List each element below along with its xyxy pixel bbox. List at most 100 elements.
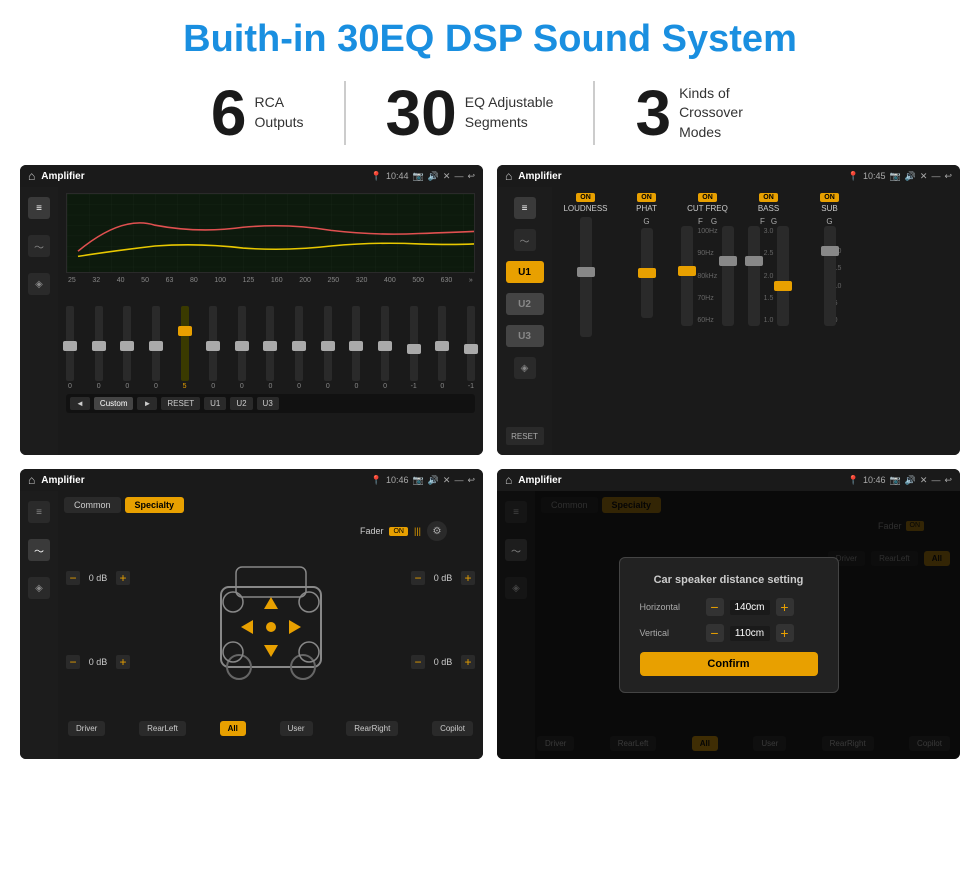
- eq-u2-btn[interactable]: U2: [230, 397, 252, 410]
- topbar-title-3: Amplifier: [41, 475, 84, 486]
- eq-slider-9[interactable]: 0: [324, 306, 332, 390]
- phat-slider[interactable]: [641, 228, 653, 318]
- time-2: 10:45: [863, 171, 886, 182]
- eq-icon-2[interactable]: ≡: [514, 197, 536, 219]
- eq-slider-3[interactable]: 0: [152, 306, 160, 390]
- fader-sliders-icon: |||: [414, 526, 421, 536]
- eq-slider-8[interactable]: 0: [295, 306, 303, 390]
- eq-u1-btn[interactable]: U1: [204, 397, 226, 410]
- close-icon-2: ✕: [920, 171, 928, 182]
- all-btn[interactable]: All: [220, 721, 246, 736]
- eq-slider-7[interactable]: 0: [266, 306, 274, 390]
- confirm-button[interactable]: Confirm: [640, 652, 818, 676]
- eq-slider-13[interactable]: 0: [438, 306, 446, 390]
- wave-icon[interactable]: 〜: [28, 235, 50, 257]
- rl-db-minus[interactable]: −: [66, 655, 80, 669]
- vertical-plus[interactable]: +: [776, 624, 794, 642]
- u2-channel-btn[interactable]: U2: [506, 293, 544, 315]
- fl-db-plus[interactable]: +: [116, 571, 130, 585]
- rr-db-plus[interactable]: +: [461, 655, 475, 669]
- speaker-icon[interactable]: ◈: [28, 273, 50, 295]
- crossover-reset-btn[interactable]: RESET: [506, 427, 544, 445]
- eq-slider-10[interactable]: 0: [352, 306, 360, 390]
- horizontal-minus[interactable]: −: [706, 598, 724, 616]
- fr-db-minus[interactable]: −: [411, 571, 425, 585]
- eq-graph: [66, 193, 475, 273]
- rearleft-btn[interactable]: RearLeft: [139, 721, 186, 736]
- eq-icon[interactable]: ≡: [28, 197, 50, 219]
- specialty-tab[interactable]: Specialty: [125, 497, 185, 513]
- eq-icon-3[interactable]: ≡: [28, 501, 50, 523]
- speaker-icon-3[interactable]: ◈: [28, 577, 50, 599]
- eq-u3-btn[interactable]: U3: [257, 397, 279, 410]
- horizontal-plus[interactable]: +: [776, 598, 794, 616]
- u1-channel-btn[interactable]: U1: [506, 261, 544, 283]
- horizontal-label: Horizontal: [640, 602, 700, 612]
- fl-db-minus[interactable]: −: [66, 571, 80, 585]
- time-1: 10:44: [386, 171, 409, 182]
- topbar-icons-2: 📍 10:45 📷 🔊 ✕ — ↩: [848, 171, 952, 182]
- home-icon-4[interactable]: ⌂: [505, 473, 512, 487]
- location-icon-2: 📍: [848, 171, 859, 182]
- fader-label-row: Fader ON ||| ⚙: [64, 521, 477, 541]
- sub-on[interactable]: ON: [820, 193, 839, 202]
- driver-btn[interactable]: Driver: [68, 721, 105, 736]
- screen3-main: Common Specialty Fader ON ||| ⚙ − 0 dB: [58, 491, 483, 759]
- loudness-on[interactable]: ON: [576, 193, 595, 202]
- vertical-minus[interactable]: −: [706, 624, 724, 642]
- vertical-value: 110cm: [730, 626, 770, 641]
- home-icon[interactable]: ⌂: [28, 169, 35, 183]
- loudness-slider[interactable]: [580, 217, 592, 337]
- bass-slider-f[interactable]: [748, 226, 760, 326]
- back-icon[interactable]: ↩: [467, 171, 475, 182]
- eq-slider-14[interactable]: -1: [467, 306, 475, 390]
- eq-prev-btn[interactable]: ◄: [70, 397, 90, 410]
- back-icon-4[interactable]: ↩: [944, 475, 952, 486]
- fader-bottom-btns: Driver RearLeft All User RearRight Copil…: [64, 721, 477, 736]
- rl-db-plus[interactable]: +: [116, 655, 130, 669]
- stat-eq: 30 EQ AdjustableSegments: [346, 81, 596, 145]
- screen2-sidebar: ≡ 〜 U1 U2 U3 ◈ RESET: [497, 187, 552, 455]
- loudness-label: LOUDNESS: [563, 204, 607, 213]
- left-db-controls: − 0 dB + − 0 dB +: [66, 567, 130, 673]
- eq-slider-4[interactable]: 5: [181, 306, 189, 390]
- bass-on[interactable]: ON: [759, 193, 778, 202]
- screen3-content: ≡ 〜 ◈ Common Specialty Fader ON ||| ⚙: [20, 491, 483, 759]
- location-icon: 📍: [371, 171, 382, 182]
- sub-slider[interactable]: [824, 226, 836, 326]
- eq-slider-5[interactable]: 0: [209, 306, 217, 390]
- eq-next-btn[interactable]: ►: [137, 397, 157, 410]
- bass-slider-g[interactable]: [777, 226, 789, 326]
- wave-icon-2[interactable]: 〜: [514, 229, 536, 251]
- home-icon-3[interactable]: ⌂: [28, 473, 35, 487]
- u3-channel-btn[interactable]: U3: [506, 325, 544, 347]
- eq-slider-0[interactable]: 0: [66, 306, 74, 390]
- eq-slider-12[interactable]: -1: [410, 306, 418, 390]
- copilot-btn[interactable]: Copilot: [432, 721, 473, 736]
- speaker-icon-2[interactable]: ◈: [514, 357, 536, 379]
- eq-slider-11[interactable]: 0: [381, 306, 389, 390]
- cutfreq-on[interactable]: ON: [698, 193, 717, 202]
- home-icon-2[interactable]: ⌂: [505, 169, 512, 183]
- fr-db-plus[interactable]: +: [461, 571, 475, 585]
- eq-slider-1[interactable]: 0: [95, 306, 103, 390]
- eq-slider-6[interactable]: 0: [238, 306, 246, 390]
- phat-on[interactable]: ON: [637, 193, 656, 202]
- fader-settings-icon[interactable]: ⚙: [427, 521, 447, 541]
- rr-db-minus[interactable]: −: [411, 655, 425, 669]
- eq-reset-btn[interactable]: RESET: [161, 397, 200, 410]
- common-tab[interactable]: Common: [64, 497, 121, 513]
- wave-icon-3[interactable]: 〜: [28, 539, 50, 561]
- cutfreq-slider-f[interactable]: [681, 226, 693, 326]
- back-icon-2[interactable]: ↩: [944, 171, 952, 182]
- sub-label: SUB: [821, 204, 837, 213]
- back-icon-3[interactable]: ↩: [467, 475, 475, 486]
- eq-slider-2[interactable]: 0: [123, 306, 131, 390]
- fader-on-badge[interactable]: ON: [389, 527, 408, 536]
- cutfreq-slider-g[interactable]: [722, 226, 734, 326]
- rearright-btn[interactable]: RearRight: [346, 721, 398, 736]
- location-icon-4: 📍: [848, 475, 859, 486]
- stat-label-rca: RCAOutputs: [255, 93, 304, 132]
- stat-label-crossover: Kinds ofCrossover Modes: [679, 84, 769, 143]
- user-btn[interactable]: User: [280, 721, 313, 736]
